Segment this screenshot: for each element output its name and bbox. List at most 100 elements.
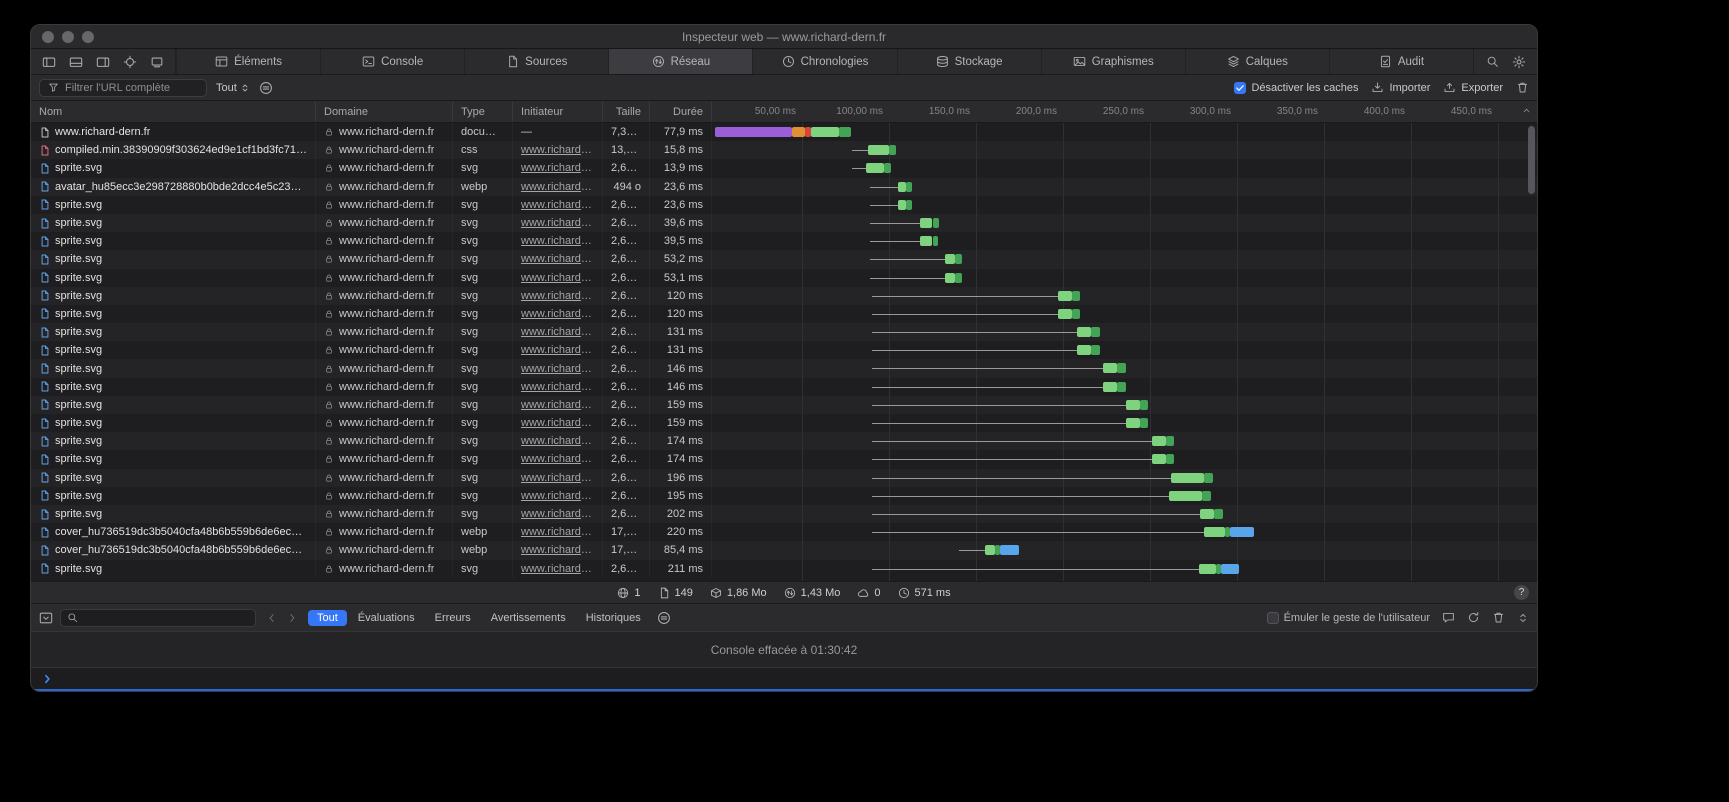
console-scope-erreurs[interactable]: Erreurs: [426, 610, 480, 626]
console-scope-tout[interactable]: Tout: [308, 610, 347, 626]
request-initiator-link[interactable]: www.richard-d…: [521, 290, 594, 302]
gear-icon[interactable]: [1508, 52, 1530, 72]
network-request-row[interactable]: sprite.svgwww.richard-dern.frsvgwww.rich…: [31, 396, 1537, 414]
request-initiator-link[interactable]: www.richard-d…: [521, 217, 594, 229]
minimize-button[interactable]: [62, 31, 74, 43]
tab-graphics[interactable]: Graphismes: [1041, 49, 1185, 74]
device-icon[interactable]: [146, 52, 168, 72]
tab-timelines[interactable]: Chronologies: [752, 49, 896, 74]
request-initiator-link[interactable]: www.richard-d…: [521, 308, 594, 320]
column-header-type[interactable]: Type: [453, 101, 513, 122]
console-scope-icon[interactable]: [39, 611, 53, 625]
timeline-collapse-icon[interactable]: [1521, 105, 1532, 116]
tab-console[interactable]: Console: [320, 49, 464, 74]
tab-storage[interactable]: Stockage: [897, 49, 1041, 74]
tab-layers[interactable]: Calques: [1185, 49, 1329, 74]
network-request-row[interactable]: sprite.svgwww.richard-dern.frsvgwww.rich…: [31, 287, 1537, 305]
tab-audit[interactable]: Audit: [1329, 49, 1473, 74]
emulate-user-gesture-checkbox[interactable]: Émuler le geste de l'utilisateur: [1267, 612, 1430, 624]
network-request-row[interactable]: sprite.svgwww.richard-dern.frsvgwww.rich…: [31, 196, 1537, 214]
request-initiator-link[interactable]: www.richard-d…: [521, 563, 594, 575]
dock-left-icon[interactable]: [38, 52, 60, 72]
network-request-row[interactable]: avatar_hu85ecc3e298728880b0bde2dcc4e5c23…: [31, 178, 1537, 196]
console-scope-avertissements[interactable]: Avertissements: [482, 610, 575, 626]
network-request-row[interactable]: sprite.svgwww.richard-dern.frsvgwww.rich…: [31, 341, 1537, 359]
network-request-row[interactable]: cover_hu736519dc3b5040cfa48b6b559b6de6ec…: [31, 541, 1537, 559]
zoom-button[interactable]: [82, 31, 94, 43]
back-chevron-icon[interactable]: [266, 612, 278, 624]
request-initiator-link[interactable]: www.richard-d…: [521, 435, 594, 447]
element-picker-icon[interactable]: [119, 52, 141, 72]
network-request-row[interactable]: sprite.svgwww.richard-dern.frsvgwww.rich…: [31, 359, 1537, 377]
clear-network-trash-icon[interactable]: [1516, 81, 1529, 94]
column-header-durée[interactable]: Durée: [650, 101, 712, 122]
help-button[interactable]: ?: [1514, 585, 1529, 600]
dock-right-icon[interactable]: [92, 52, 114, 72]
import-button[interactable]: Importer: [1371, 81, 1430, 94]
request-initiator-link[interactable]: www.richard-d…: [521, 344, 594, 356]
request-initiator-link[interactable]: www.richard-d…: [521, 272, 594, 284]
column-header-nom[interactable]: Nom: [31, 101, 316, 122]
request-initiator-link[interactable]: www.richard-d…: [521, 490, 594, 502]
column-header-domaine[interactable]: Domaine: [316, 101, 453, 122]
request-initiator-link[interactable]: www.richard-d…: [521, 144, 594, 156]
request-initiator-link[interactable]: www.richard-d…: [521, 235, 594, 247]
network-request-row[interactable]: sprite.svgwww.richard-dern.frsvgwww.rich…: [31, 469, 1537, 487]
request-initiator-link[interactable]: www.richard-d…: [521, 453, 594, 465]
request-initiator-link[interactable]: www.richard-d…: [521, 381, 594, 393]
tab-network[interactable]: Réseau: [608, 49, 752, 74]
network-request-row[interactable]: compiled.min.38390909f303624ed9e1cf1bd3f…: [31, 141, 1537, 159]
clear-console-trash-icon[interactable]: [1492, 611, 1505, 624]
request-initiator-link[interactable]: www.richard-d…: [521, 399, 594, 411]
url-filter-input[interactable]: Filtrer l'URL complète: [39, 79, 207, 97]
network-request-row[interactable]: sprite.svgwww.richard-dern.frsvgwww.rich…: [31, 269, 1537, 287]
request-initiator-link[interactable]: www.richard-d…: [521, 253, 594, 265]
tab-sources[interactable]: Sources: [464, 49, 608, 74]
network-request-row[interactable]: sprite.svgwww.richard-dern.frsvgwww.rich…: [31, 432, 1537, 450]
search-icon[interactable]: [1481, 52, 1503, 72]
resource-type-select[interactable]: Tout: [216, 82, 250, 94]
filter-options-icon[interactable]: [259, 81, 273, 95]
forward-chevron-icon[interactable]: [286, 612, 298, 624]
close-button[interactable]: [42, 31, 54, 43]
request-initiator-link[interactable]: www.richard-d…: [521, 417, 594, 429]
console-bubble-icon[interactable]: [1442, 611, 1455, 624]
dock-bottom-icon[interactable]: [65, 52, 87, 72]
console-scope-évaluations[interactable]: Évaluations: [349, 610, 424, 626]
console-search-input[interactable]: [60, 609, 256, 627]
column-header-initiateur[interactable]: Initiateur: [513, 101, 603, 122]
network-request-row[interactable]: sprite.svgwww.richard-dern.frsvgwww.rich…: [31, 159, 1537, 177]
network-request-row[interactable]: www.richard-dern.frwww.richard-dern.frdo…: [31, 123, 1537, 141]
table-scrollbar[interactable]: [1528, 126, 1535, 194]
network-request-row[interactable]: sprite.svgwww.richard-dern.frsvgwww.rich…: [31, 305, 1537, 323]
request-initiator-link[interactable]: www.richard-d…: [521, 162, 594, 174]
console-filter-options-icon[interactable]: [657, 611, 671, 625]
request-initiator-link[interactable]: www.richard-d…: [521, 544, 594, 556]
request-initiator-link[interactable]: www.richard-d…: [521, 526, 594, 538]
request-initiator-link[interactable]: www.richard-d…: [521, 199, 594, 211]
network-request-row[interactable]: cover_hu736519dc3b5040cfa48b6b559b6de6ec…: [31, 523, 1537, 541]
request-initiator-link[interactable]: www.richard-d…: [521, 472, 594, 484]
network-request-row[interactable]: sprite.svgwww.richard-dern.frsvgwww.rich…: [31, 232, 1537, 250]
network-request-row[interactable]: sprite.svgwww.richard-dern.frsvgwww.rich…: [31, 323, 1537, 341]
network-request-row[interactable]: sprite.svgwww.richard-dern.frsvgwww.rich…: [31, 250, 1537, 268]
request-initiator-link[interactable]: www.richard-d…: [521, 326, 594, 338]
network-request-row[interactable]: sprite.svgwww.richard-dern.frsvgwww.rich…: [31, 505, 1537, 523]
request-initiator-link[interactable]: www.richard-d…: [521, 508, 594, 520]
request-initiator-link[interactable]: www.richard-d…: [521, 363, 594, 375]
network-request-row[interactable]: sprite.svgwww.richard-dern.frsvgwww.rich…: [31, 378, 1537, 396]
console-scope-historiques[interactable]: Historiques: [577, 610, 650, 626]
disable-caches-checkbox[interactable]: Désactiver les caches: [1234, 82, 1358, 94]
network-request-row[interactable]: sprite.svgwww.richard-dern.frsvgwww.rich…: [31, 214, 1537, 232]
request-initiator-link[interactable]: www.richard-d…: [521, 181, 594, 193]
network-request-row[interactable]: sprite.svgwww.richard-dern.frsvgwww.rich…: [31, 414, 1537, 432]
network-request-row[interactable]: sprite.svgwww.richard-dern.frsvgwww.rich…: [31, 560, 1537, 578]
network-request-row[interactable]: sprite.svgwww.richard-dern.frsvgwww.rich…: [31, 487, 1537, 505]
console-prompt[interactable]: [31, 667, 1537, 691]
export-button[interactable]: Exporter: [1443, 81, 1503, 94]
network-request-row[interactable]: sprite.svgwww.richard-dern.frsvgwww.rich…: [31, 450, 1537, 468]
column-header-taille[interactable]: Taille: [603, 101, 650, 122]
tab-elements[interactable]: Éléments: [176, 49, 320, 74]
expand-console-icon[interactable]: [1517, 612, 1529, 624]
reload-icon[interactable]: [1467, 611, 1480, 624]
